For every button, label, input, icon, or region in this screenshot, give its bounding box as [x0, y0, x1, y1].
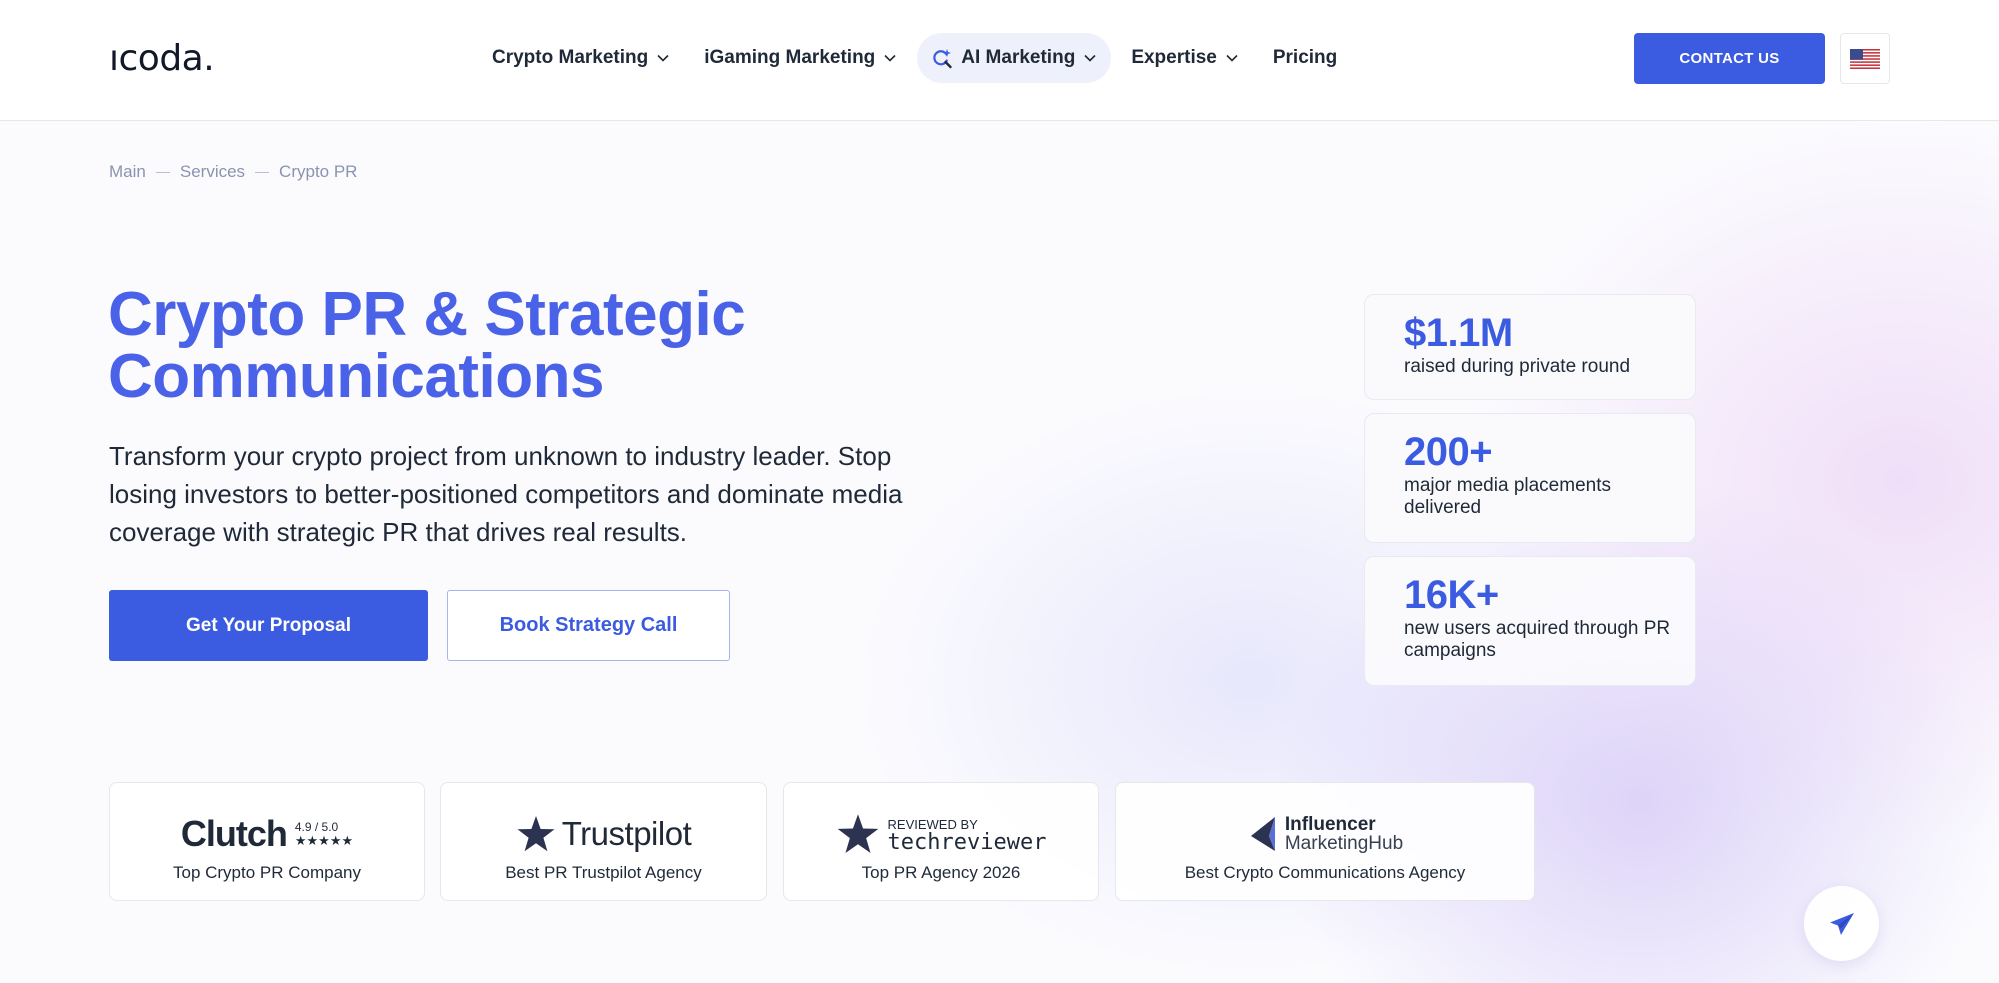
stat-label: raised during private round — [1404, 356, 1631, 377]
breadcrumb: Main Services Crypto PR — [109, 162, 357, 182]
award-techreviewer[interactable]: REVIEWED BY techreviewer Top PR Agency 2… — [783, 782, 1099, 901]
stat-label: new users acquired through PR campaigns — [1404, 618, 1671, 661]
nav-item-label: Pricing — [1272, 47, 1338, 68]
stat-card-users: 16K+ new users acquired through PR campa… — [1364, 556, 1696, 686]
award-caption: Best PR Trustpilot Agency — [505, 863, 702, 882]
page-content: Main Services Crypto PR Crypto PR & Stra… — [0, 0, 1999, 983]
site-header: ıcoda. Crypto Marketing iGaming Marketin… — [0, 0, 1999, 121]
chevron-down-icon — [1226, 54, 1238, 62]
nav-expertise[interactable]: Expertise — [1117, 33, 1253, 83]
clutch-logo: Clutch 4.9 / 5.0 ★★★★★ — [181, 805, 353, 863]
award-trustpilot[interactable]: Trustpilot Best PR Trustpilot Agency — [440, 782, 767, 901]
nav-igaming-marketing[interactable]: iGaming Marketing — [690, 33, 911, 83]
stat-value: 16K+ — [1404, 573, 1499, 617]
nav-item-label: AI Marketing — [961, 47, 1076, 68]
chevron-down-icon — [657, 54, 669, 62]
nav-ai-marketing[interactable]: AI Marketing — [917, 33, 1112, 83]
title-line-1: Crypto PR & Strategic — [108, 280, 746, 349]
award-clutch[interactable]: Clutch 4.9 / 5.0 ★★★★★ Top Crypto PR Com… — [109, 782, 425, 901]
award-caption: Best Crypto Communications Agency — [1184, 863, 1466, 882]
nav-crypto-marketing[interactable]: Crypto Marketing — [478, 33, 684, 83]
techreviewer-wordmark: techreviewer — [887, 830, 1047, 855]
award-caption: Top Crypto PR Company — [172, 863, 362, 882]
book-strategy-call-button[interactable]: Book Strategy Call — [447, 590, 730, 661]
stat-card-media: 200+ major media placements delivered — [1364, 413, 1696, 543]
imh-arrow-icon — [1250, 817, 1275, 851]
star-rating-icon: ★★★★★ — [294, 833, 354, 848]
breadcrumb-current: Crypto PR — [279, 162, 358, 181]
influencer-marketing-hub-logo: Influencer MarketingHub — [1247, 805, 1403, 863]
clutch-wordmark: Clutch — [180, 813, 288, 854]
contact-us-button[interactable]: CONTACT US — [1634, 33, 1825, 84]
chevron-down-icon — [884, 54, 896, 62]
nav-item-label: Expertise — [1131, 47, 1217, 68]
stat-value: 200+ — [1404, 430, 1493, 474]
breadcrumb-services[interactable]: Services — [180, 162, 245, 182]
icoda-logo[interactable]: ıcoda. — [109, 38, 215, 79]
telegram-chat-button[interactable] — [1804, 886, 1879, 961]
stat-card-raised: $1.1M raised during private round — [1364, 294, 1696, 400]
techreviewer-logo: REVIEWED BY techreviewer — [836, 805, 1047, 863]
imh-marketinghub: MarketingHub — [1284, 833, 1404, 854]
ai-search-sparkle-icon — [933, 49, 952, 69]
get-proposal-button[interactable]: Get Your Proposal — [109, 590, 428, 661]
paper-plane-icon — [1829, 912, 1854, 935]
us-flag-icon — [1850, 48, 1880, 69]
award-caption: Top PR Agency 2026 — [861, 863, 1021, 882]
trustpilot-logo: Trustpilot — [516, 805, 692, 863]
award-influencer-marketing-hub[interactable]: Influencer MarketingHub Best Crypto Comm… — [1115, 782, 1535, 901]
page-title: Crypto PR & Strategic Communications — [108, 284, 1008, 408]
breadcrumb-main[interactable]: Main — [109, 162, 146, 182]
breadcrumb-separator — [155, 171, 170, 173]
clutch-score: 4.9 / 5.0 — [294, 820, 339, 834]
nav-item-label: iGaming Marketing — [704, 47, 876, 68]
chevron-down-icon — [1084, 54, 1096, 62]
breadcrumb-separator — [255, 171, 270, 173]
star-icon — [837, 814, 878, 854]
main-nav: Crypto Marketing iGaming Marketing AI Ma… — [478, 33, 1357, 83]
nav-item-label: Crypto Marketing — [492, 47, 649, 68]
imh-influencer: Influencer — [1284, 814, 1376, 835]
language-selector[interactable] — [1840, 33, 1890, 84]
hero-description: Transform your crypto project from unkno… — [109, 441, 903, 547]
star-icon — [517, 816, 555, 852]
trustpilot-wordmark: Trustpilot — [561, 815, 692, 852]
nav-pricing[interactable]: Pricing — [1259, 33, 1351, 83]
title-line-2: Communications — [108, 342, 604, 411]
stat-label: major media placements delivered — [1404, 475, 1611, 518]
stat-value: $1.1M — [1404, 311, 1513, 355]
